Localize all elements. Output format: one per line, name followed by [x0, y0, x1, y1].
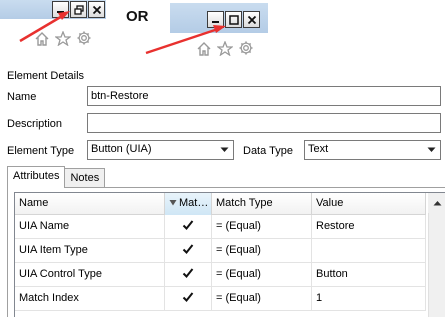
restore-icon[interactable]: [70, 1, 87, 18]
column-header-match[interactable]: Mat…: [165, 193, 212, 215]
caption-buttons: [207, 11, 260, 28]
description-label: Description: [7, 118, 63, 130]
chevron-down-icon[interactable]: [217, 142, 232, 158]
description-field[interactable]: [87, 113, 441, 133]
name-label: Name: [7, 91, 37, 103]
favorites-star-icon[interactable]: [217, 40, 233, 56]
match-type-cell[interactable]: = (Equal): [212, 215, 312, 239]
close-icon[interactable]: [243, 11, 260, 28]
minimize-icon[interactable]: [52, 1, 69, 18]
tab-notes[interactable]: Notes: [65, 168, 106, 187]
grid-body: UIA Name = (Equal) Restore UIA Item Type…: [15, 215, 426, 311]
home-icon[interactable]: [196, 41, 212, 56]
element-details-title: Element Details: [7, 70, 85, 82]
column-header-value[interactable]: Value: [312, 193, 426, 215]
match-checkbox[interactable]: [165, 215, 212, 239]
checkmark-icon[interactable]: [182, 267, 194, 279]
checkmark-icon[interactable]: [182, 291, 194, 303]
close-icon[interactable]: [88, 1, 105, 18]
checkmark-icon[interactable]: [182, 219, 194, 231]
settings-gear-icon[interactable]: [238, 40, 254, 56]
tab-strip: Attributes Notes: [7, 166, 106, 188]
attributes-grid: Name Mat… Match Type Value UIA Name = (E…: [14, 192, 445, 317]
value-cell[interactable]: Restore: [312, 215, 426, 239]
data-type-label: Data Type: [243, 145, 293, 157]
home-icon[interactable]: [34, 31, 50, 46]
column-header-match-label: Mat…: [179, 197, 209, 209]
attribute-name-cell: UIA Item Type: [15, 239, 165, 263]
match-type-cell[interactable]: = (Equal): [212, 287, 312, 311]
chevron-down-icon[interactable]: [424, 142, 439, 158]
restore-state-snippet: [0, 0, 106, 57]
match-checkbox[interactable]: [165, 287, 212, 311]
browser-toolbar-icons: [196, 40, 254, 56]
minimize-icon[interactable]: [207, 11, 224, 28]
settings-gear-icon[interactable]: [76, 30, 92, 46]
attribute-name-cell: UIA Control Type: [15, 263, 165, 287]
maximize-state-snippet: [170, 0, 268, 60]
name-field[interactable]: btn-Restore: [87, 86, 441, 106]
browser-toolbar-icons: [34, 30, 92, 46]
or-label: OR: [126, 8, 149, 25]
column-header-match-type[interactable]: Match Type: [212, 193, 312, 215]
column-header-name[interactable]: Name: [15, 193, 165, 215]
element-type-value: Button (UIA): [91, 143, 152, 155]
caption-buttons: [52, 1, 105, 18]
checkmark-icon[interactable]: [182, 243, 194, 255]
vertical-scrollbar[interactable]: [428, 193, 445, 317]
element-type-select[interactable]: Button (UIA): [87, 140, 234, 160]
value-cell[interactable]: Button: [312, 263, 426, 287]
attribute-name-cell: Match Index: [15, 287, 165, 311]
table-row[interactable]: UIA Item Type = (Equal): [15, 239, 426, 263]
attributes-panel: Name Mat… Match Type Value UIA Name = (E…: [7, 187, 445, 317]
element-type-label: Element Type: [7, 145, 75, 157]
value-cell[interactable]: [312, 239, 426, 263]
favorites-star-icon[interactable]: [55, 30, 71, 46]
scroll-up-arrow-icon[interactable]: [428, 193, 445, 213]
table-row[interactable]: UIA Name = (Equal) Restore: [15, 215, 426, 239]
data-type-value: Text: [308, 143, 329, 155]
attribute-name-cell: UIA Name: [15, 215, 165, 239]
match-type-cell[interactable]: = (Equal): [212, 263, 312, 287]
tab-attributes[interactable]: Attributes: [7, 166, 66, 188]
match-type-cell[interactable]: = (Equal): [212, 239, 312, 263]
filter-icon[interactable]: [169, 199, 177, 207]
data-type-select[interactable]: Text: [304, 140, 441, 160]
maximize-icon[interactable]: [225, 11, 242, 28]
table-row[interactable]: UIA Control Type = (Equal) Button: [15, 263, 426, 287]
match-checkbox[interactable]: [165, 239, 212, 263]
table-row[interactable]: Match Index = (Equal) 1: [15, 287, 426, 311]
value-cell[interactable]: 1: [312, 287, 426, 311]
grid-header: Name Mat… Match Type Value: [15, 193, 426, 215]
match-checkbox[interactable]: [165, 263, 212, 287]
